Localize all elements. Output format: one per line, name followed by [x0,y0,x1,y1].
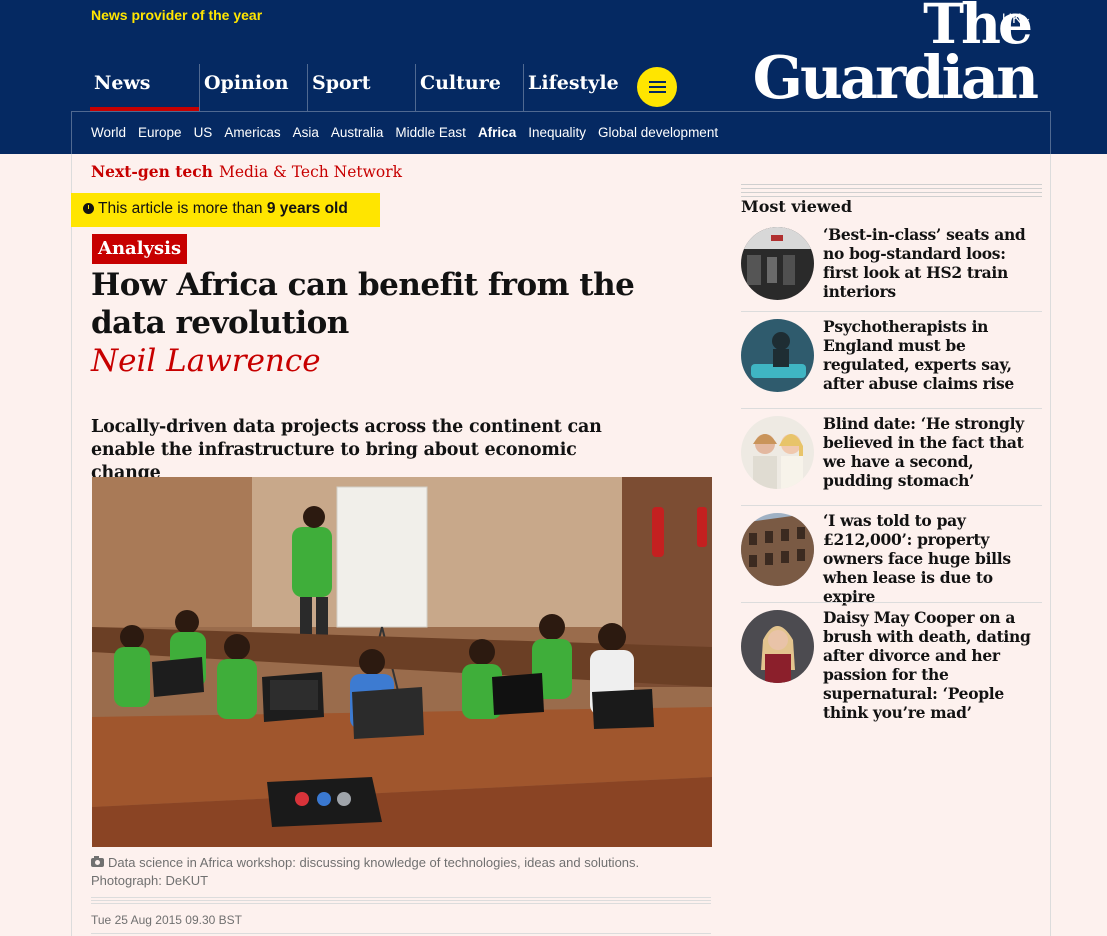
main-photo [92,477,712,847]
analysis-badge: Analysis [92,234,188,264]
thumbnail [741,319,814,392]
most-viewed-item[interactable]: Daisy May Cooper on a brush with death, … [741,602,1042,732]
pillar-lifestyle-label: Lifestyle [528,72,619,94]
subnav-item-global-development[interactable]: Global development [598,125,718,140]
menu-button[interactable] [637,67,677,107]
thumbnail [741,610,814,683]
byline[interactable]: Neil Lawrence [91,342,321,380]
series-label: Next-gen tech Media & Tech Network [91,162,402,181]
most-viewed-rule [741,184,1042,197]
most-viewed-item[interactable]: ‘Best-in-class’ seats and no bog-standar… [741,225,1042,312]
award-link[interactable]: News provider of the year [91,7,262,23]
subnav-item-europe[interactable]: Europe [138,125,182,140]
most-viewed-item[interactable]: Psychotherapists in England must be regu… [741,311,1042,408]
subnav-item-asia[interactable]: Asia [293,125,319,140]
guardian-logo[interactable]: The Guardian [736,0,1039,112]
pillar-sport-label: Sport [312,72,371,94]
subnav-item-africa[interactable]: Africa [478,125,516,140]
subnav-item-australia[interactable]: Australia [331,125,384,140]
standfirst: Locally-driven data projects across the … [91,417,602,483]
clock-icon [83,203,94,214]
caption-text: Data science in Africa workshop: discuss… [91,855,640,888]
series-kicker[interactable]: Next-gen tech [91,162,213,181]
hamburger-icon [649,81,666,83]
subnav-item-inequality[interactable]: Inequality [528,125,586,140]
age-value: 9 years old [266,200,348,217]
most-viewed-headline: Daisy May Cooper on a brush with death, … [823,608,1031,722]
logo-line-2: Guardian [752,42,1039,112]
publication-date: Tue 25 Aug 2015 09.30 BST [91,913,243,927]
camera-icon [91,856,104,867]
pillar-culture[interactable]: Culture [415,64,523,111]
section-subnav: World Europe US Americas Asia Australia Middle… [71,111,1051,154]
most-viewed-headline: Blind date: ‘He strongly believed in the… [823,414,1024,490]
classroom-photo [92,477,712,847]
most-viewed-item[interactable]: Blind date: ‘He strongly believed in the… [741,408,1042,505]
article-age-warning: This article is more than 9 years old [71,193,380,227]
thumbnail [741,513,814,586]
pillar-news[interactable]: News [90,64,199,111]
subnav-item-middle-east[interactable]: Middle East [395,125,466,140]
pillar-lifestyle[interactable]: Lifestyle [523,64,631,111]
subnav-item-world[interactable]: World [91,125,126,140]
age-prefix: This article is more than [98,200,263,217]
most-viewed-headline: Psychotherapists in England must be regu… [823,317,1014,393]
subnav-item-americas[interactable]: Americas [224,125,280,140]
headline: How Africa can benefit from the data rev… [91,267,635,341]
masthead: News provider of the year UK ⌄ The Guardi… [0,0,1107,154]
meta-divider-bottom [91,933,711,934]
most-viewed-headline: ‘I was told to pay £212,000’: property o… [823,511,1011,606]
series-name[interactable]: Media & Tech Network [219,163,402,181]
photo-caption: Data science in Africa workshop: discuss… [91,854,711,890]
pillar-news-label: News [94,72,151,94]
pillar-culture-label: Culture [420,72,501,94]
meta-divider [91,897,711,906]
pillar-opinion[interactable]: Opinion [199,64,307,111]
most-viewed-item[interactable]: ‘I was told to pay £212,000’: property o… [741,505,1042,606]
thumbnail [741,227,814,300]
pillar-opinion-label: Opinion [204,72,289,94]
subnav-list: World Europe US Americas Asia Australia Middle… [91,125,718,140]
subnav-item-us[interactable]: US [194,125,213,140]
hamburger-icon-bar [649,86,666,88]
thumbnail [741,416,814,489]
pillar-sport[interactable]: Sport [307,64,415,111]
hamburger-icon-bar [649,91,666,93]
most-viewed-title: Most viewed [741,197,853,216]
most-viewed-headline: ‘Best-in-class’ seats and no bog-standar… [823,225,1026,301]
